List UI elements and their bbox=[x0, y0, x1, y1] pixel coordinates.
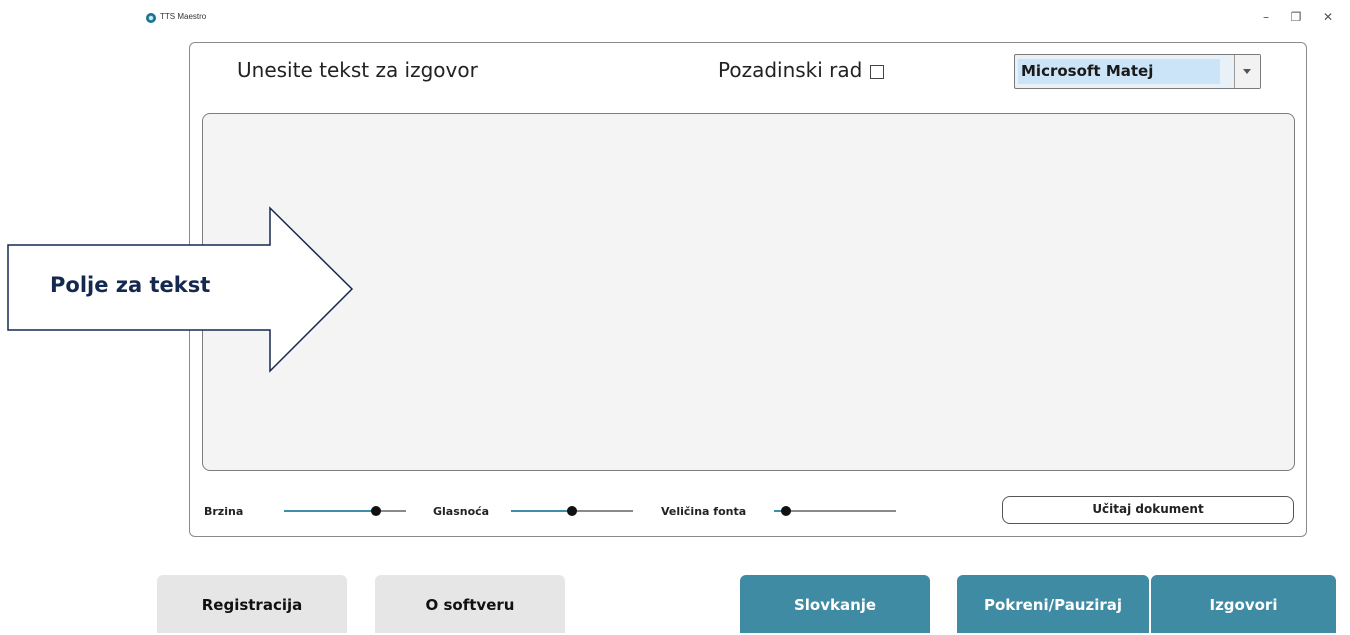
close-icon[interactable]: ✕ bbox=[1318, 10, 1338, 24]
speed-label: Brzina bbox=[204, 505, 244, 518]
background-mode-label: Pozadinski rad bbox=[718, 58, 863, 82]
volume-slider[interactable] bbox=[511, 506, 633, 516]
start-pause-button[interactable]: Pokreni/Pauziraj bbox=[957, 575, 1149, 633]
maximize-icon[interactable]: ❐ bbox=[1286, 10, 1306, 24]
speed-slider[interactable] bbox=[284, 506, 406, 516]
slider-fill bbox=[284, 510, 376, 512]
slider-track bbox=[572, 510, 633, 512]
background-mode-checkbox[interactable] bbox=[870, 64, 885, 79]
window-title: TTS Maestro bbox=[160, 12, 207, 21]
about-button[interactable]: O softveru bbox=[375, 575, 565, 633]
font-size-label: Veličina fonta bbox=[661, 505, 747, 518]
app-icon bbox=[146, 13, 156, 23]
background-mode-option[interactable]: Pozadinski rad bbox=[718, 58, 885, 82]
volume-label: Glasnoća bbox=[433, 505, 490, 518]
voice-select-value: Microsoft Matej bbox=[1018, 59, 1220, 84]
slider-thumb[interactable] bbox=[371, 506, 381, 516]
voice-select[interactable]: Microsoft Matej bbox=[1014, 54, 1261, 89]
prompt-label: Unesite tekst za izgovor bbox=[237, 58, 478, 82]
font-size-slider[interactable] bbox=[774, 506, 896, 516]
load-document-button[interactable]: Učitaj dokument bbox=[1002, 496, 1294, 524]
minimize-icon[interactable]: – bbox=[1256, 10, 1276, 24]
speak-button[interactable]: Izgovori bbox=[1151, 575, 1336, 633]
title-bar: TTS Maestro – ❐ ✕ bbox=[0, 0, 1350, 28]
slider-track bbox=[786, 510, 896, 512]
chevron-down-icon[interactable] bbox=[1234, 55, 1260, 88]
text-input-area[interactable] bbox=[202, 113, 1295, 471]
slider-thumb[interactable] bbox=[567, 506, 577, 516]
callout-label: Polje za tekst bbox=[50, 273, 211, 297]
slider-thumb[interactable] bbox=[781, 506, 791, 516]
register-button[interactable]: Registracija bbox=[157, 575, 347, 633]
slider-fill bbox=[511, 510, 572, 512]
spell-button[interactable]: Slovkanje bbox=[740, 575, 930, 633]
